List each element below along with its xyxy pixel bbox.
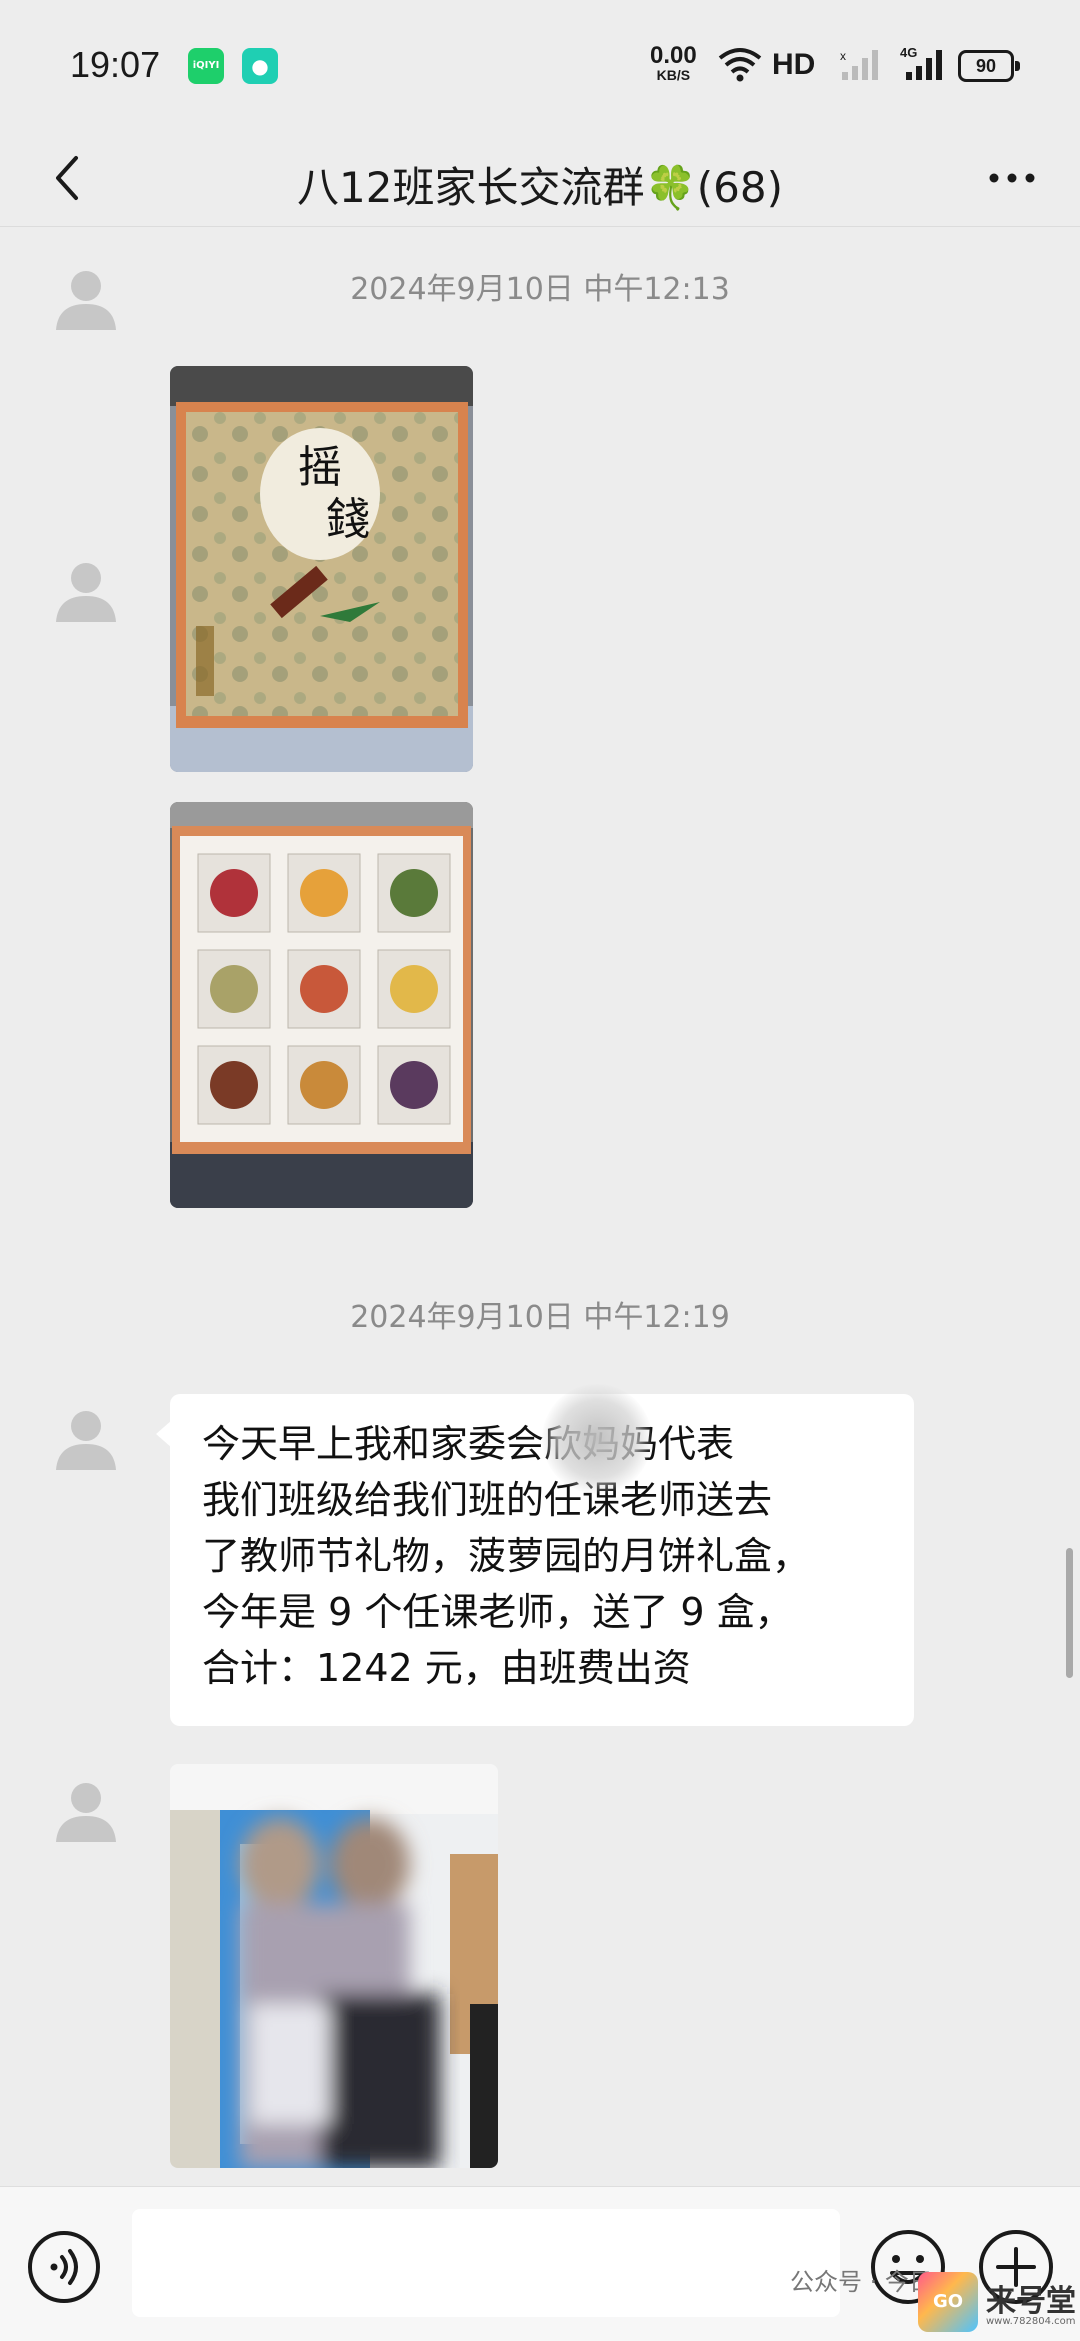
mooncake xyxy=(210,1061,258,1109)
voice-icon[interactable] xyxy=(26,2229,102,2305)
message-timestamp: 2024年9月10日 中午12:13 xyxy=(350,272,730,307)
privacy-blur xyxy=(542,1384,652,1494)
mooncake xyxy=(300,965,348,1013)
mooncake-box-image xyxy=(170,802,473,1208)
scrollbar-thumb[interactable] xyxy=(1066,1548,1073,1678)
mooncake xyxy=(210,869,258,917)
signal-4g-icon: 4G xyxy=(900,45,942,80)
network-speed-unit: KB/S xyxy=(656,67,691,83)
network-speed-value: 0.00 xyxy=(650,42,697,69)
default-avatar-icon[interactable] xyxy=(50,552,122,624)
status-time: 19:07 xyxy=(70,44,161,85)
status-bar: 19:07 iQIYI ● 0.00 KB/S HD x 4G 90 xyxy=(0,0,1080,130)
watermark-logo: GO xyxy=(918,2272,978,2332)
more-dots-icon[interactable] xyxy=(976,142,1048,214)
chat-messages[interactable]: 2024年9月10日 中午12:13 摇 錢 2024年9月10日 中午12:1… xyxy=(0,226,1080,2186)
mooncake xyxy=(300,1061,348,1109)
watermark-brand: 来号堂 xyxy=(986,2284,1076,2319)
mooncake xyxy=(390,869,438,917)
people-photo-image xyxy=(170,1764,498,2168)
giftbox-image: 摇 錢 xyxy=(170,366,473,772)
default-avatar-icon[interactable] xyxy=(50,1772,122,1844)
hd-indicator: HD xyxy=(772,48,816,81)
iqiyi-app-icon: iQIYI xyxy=(188,48,224,84)
chat-title: 八12班家长交流群🍀(68) xyxy=(297,163,783,212)
mooncake xyxy=(210,965,258,1013)
signal-icon: x xyxy=(840,49,878,80)
wifi-icon xyxy=(718,48,762,82)
photo-message-mooncakes[interactable] xyxy=(170,802,473,1208)
network-speed: 0.00 KB/S xyxy=(650,42,697,83)
mooncake xyxy=(300,869,348,917)
chat-header: 八12班家长交流群🍀(68) xyxy=(0,130,1080,227)
default-avatar-icon[interactable] xyxy=(50,1400,122,1472)
mooncake xyxy=(390,965,438,1013)
message-input[interactable] xyxy=(132,2209,840,2317)
message-app-icon: ● xyxy=(242,48,278,84)
mooncake xyxy=(390,1061,438,1109)
photo-message-giftbox[interactable]: 摇 錢 xyxy=(170,366,473,772)
default-avatar-icon[interactable] xyxy=(50,260,122,332)
giftbox-title-line2: 錢 xyxy=(326,494,370,545)
battery-indicator: 90 xyxy=(958,50,1020,82)
signal-4g-label: 4G xyxy=(900,45,917,60)
watermark-text: 公众号 · 今日 xyxy=(790,2268,933,2296)
watermark-url: www.782804.com xyxy=(986,2316,1076,2327)
giftbox-title-line1: 摇 xyxy=(298,442,342,493)
svg-text:x: x xyxy=(840,49,846,63)
photo-message-people[interactable] xyxy=(170,1764,498,2168)
message-timestamp: 2024年9月10日 中午12:19 xyxy=(350,1300,730,1335)
text-message-bubble[interactable]: 今天早上我和家委会欣妈妈代表 我们班级给我们班的任课老师送去 了教师节礼物，菠萝… xyxy=(156,1384,914,1726)
